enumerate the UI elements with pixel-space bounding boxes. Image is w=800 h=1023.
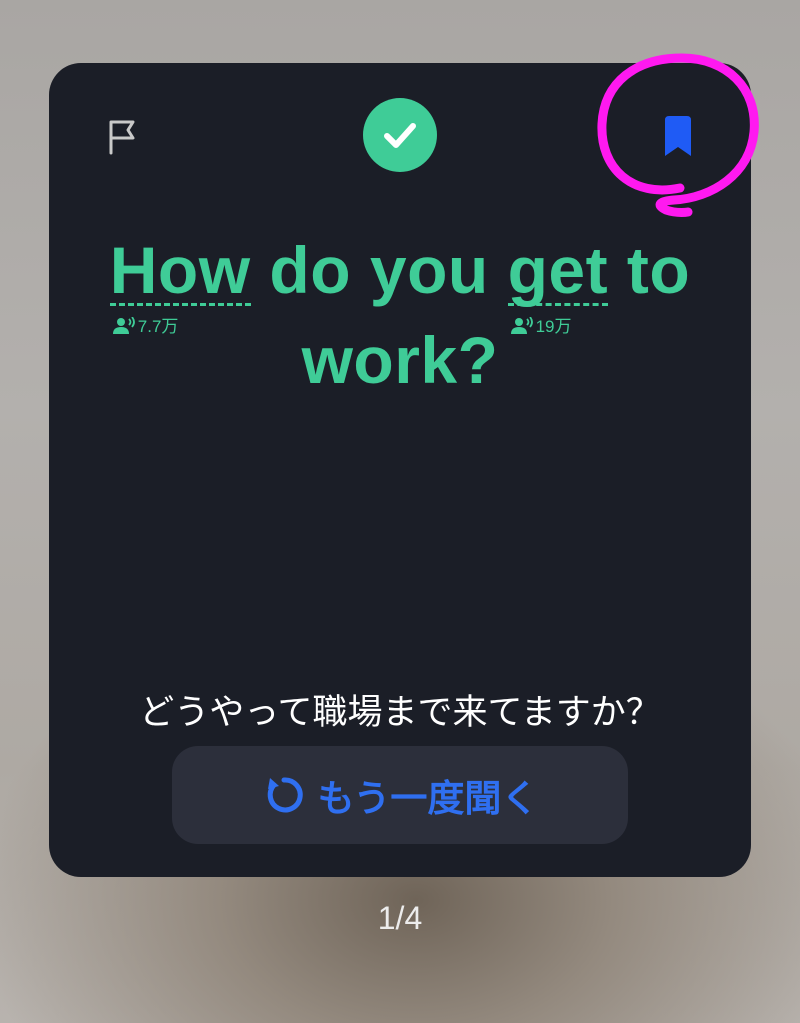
listen-again-button[interactable]: もう一度聞く	[172, 746, 628, 844]
translation-text: どうやって職場まで来てますか？	[139, 693, 661, 733]
sentence-text: do you	[250, 233, 508, 307]
sentence-word-get[interactable]: get 19万	[507, 237, 609, 335]
bookmark-icon	[665, 116, 691, 156]
page-indicator: 1/4	[377, 900, 423, 936]
sentence-line-2: work?	[301, 323, 499, 397]
flag-icon	[109, 120, 135, 155]
word-text: How	[109, 233, 251, 307]
check-icon	[384, 123, 416, 148]
listen-again-label: もう一度聞く	[317, 777, 539, 820]
bookmark-button[interactable]	[650, 108, 706, 164]
sentence-word-how[interactable]: How 7.7万	[109, 237, 251, 335]
replay-icon	[267, 777, 303, 813]
sentence-line-1: How 7.7万 do you get 19万 to	[49, 232, 751, 335]
word-text: get	[507, 233, 609, 307]
correct-badge	[363, 98, 437, 172]
report-flag-button[interactable]	[98, 112, 148, 162]
sentence-text: to	[608, 233, 691, 307]
